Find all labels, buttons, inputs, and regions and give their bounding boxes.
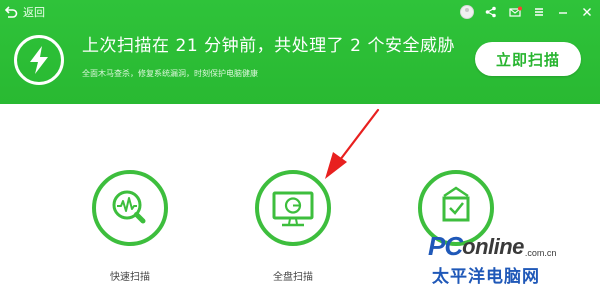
watermark-brand: PC online .com.cn	[428, 232, 556, 260]
back-button[interactable]: 返回	[5, 4, 45, 20]
title-bar: 返回	[0, 0, 600, 24]
summary-mid: 分钟前，共处理了	[204, 36, 345, 56]
avatar-icon[interactable]	[460, 5, 474, 19]
watermark-brand-online: online	[462, 234, 524, 259]
share-icon[interactable]	[484, 5, 498, 19]
pconline-watermark: PC online .com.cn 太平洋电脑网	[428, 232, 598, 298]
back-label: 返回	[23, 6, 45, 19]
minimize-icon[interactable]	[556, 5, 570, 19]
scan-now-button[interactable]: 立即扫描	[475, 42, 581, 76]
full-scan-icon	[255, 170, 331, 246]
full-scan-label[interactable]: 全盘扫描	[243, 268, 343, 283]
minutes-count: 21	[175, 36, 199, 56]
lightning-icon	[14, 35, 64, 85]
watermark-chinese: 太平洋电脑网	[432, 267, 540, 287]
close-icon[interactable]	[580, 5, 594, 19]
summary-suffix: 个安全威胁	[367, 36, 455, 56]
threat-count: 2	[350, 36, 362, 56]
scan-summary: 上次扫描在 21 分钟前，共处理了 2 个安全威胁	[82, 35, 455, 57]
window-controls	[460, 3, 594, 21]
quick-scan-label[interactable]: 快速扫描	[80, 268, 180, 283]
header-subtitle: 全面木马查杀，修复系统漏洞，时刻保护电脑健康	[82, 69, 258, 78]
full-scan-button[interactable]	[253, 168, 333, 248]
quick-scan-icon	[92, 170, 168, 246]
back-arrow-icon	[5, 6, 18, 18]
quick-scan-button[interactable]	[90, 168, 170, 248]
scan-header: 返回 上次扫描在 21 分钟前，共处理了 2 个安全威胁 全面木马查杀，修复系统…	[0, 0, 600, 104]
summary-prefix: 上次扫描在	[82, 36, 170, 56]
watermark-brand-pc: PC	[428, 231, 463, 261]
menu-icon[interactable]	[532, 5, 546, 19]
mail-icon[interactable]	[508, 5, 522, 19]
watermark-domain: .com.cn	[524, 248, 557, 258]
